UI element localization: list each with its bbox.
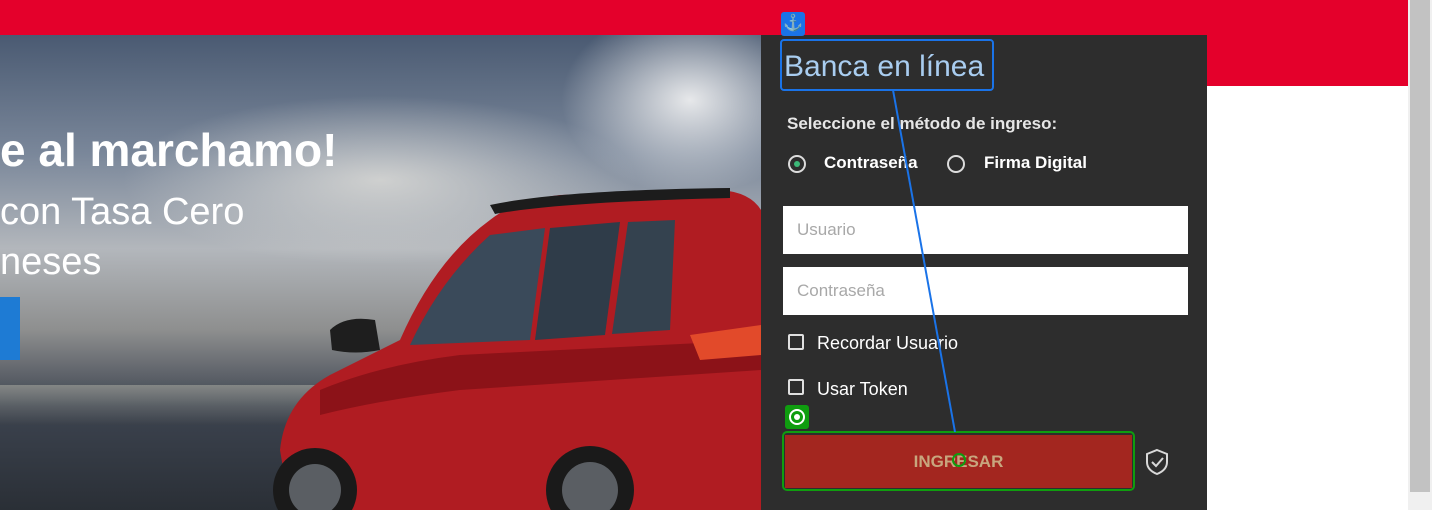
remember-user-checkbox[interactable] xyxy=(788,334,804,350)
hero-cta-button[interactable] xyxy=(0,297,20,360)
top-red-bar xyxy=(0,0,1408,35)
shield-check-icon[interactable] xyxy=(1144,448,1170,476)
remember-user-label[interactable]: Recordar Usuario xyxy=(817,333,958,354)
title-highlight-box xyxy=(780,39,994,91)
hero-subtitle-line1: con Tasa Cero xyxy=(0,191,245,233)
scrollbar-thumb[interactable] xyxy=(1410,0,1430,492)
radio-digital-signature-label[interactable]: Firma Digital xyxy=(984,153,1087,173)
radio-password[interactable] xyxy=(788,155,806,173)
radio-password-label[interactable]: Contraseña xyxy=(824,153,918,173)
radio-digital-signature[interactable] xyxy=(947,155,965,173)
use-token-label[interactable]: Usar Token xyxy=(817,379,908,400)
target-icon xyxy=(785,405,809,429)
password-input[interactable] xyxy=(783,267,1188,315)
submit-highlight-box xyxy=(782,431,1135,491)
hero-subtitle-line2: neses xyxy=(0,241,102,283)
red-strip xyxy=(1207,35,1408,86)
username-input[interactable] xyxy=(783,206,1188,254)
car-image xyxy=(273,188,761,510)
hero-title: e al marchamo! xyxy=(0,124,338,176)
hero-banner[interactable]: e al marchamo! con Tasa Cero neses xyxy=(0,35,761,510)
anchor-icon: ⚓ xyxy=(781,12,805,36)
method-label: Seleccione el método de ingreso: xyxy=(787,114,1058,133)
use-token-checkbox[interactable] xyxy=(788,379,804,395)
